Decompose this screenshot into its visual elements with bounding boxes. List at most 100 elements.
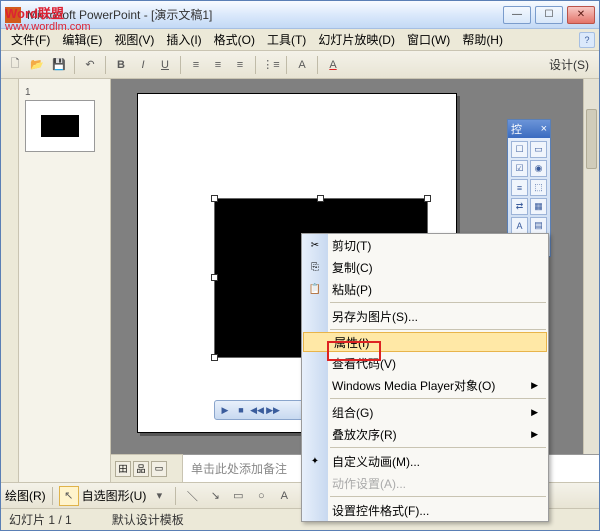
slide-number: 1 xyxy=(25,87,104,98)
resize-handle-bl[interactable] xyxy=(211,354,218,361)
oval-icon[interactable]: ○ xyxy=(251,486,271,506)
ctrl-btn-6[interactable]: ⇄ xyxy=(511,198,528,215)
normal-view-icon[interactable]: 田 xyxy=(115,461,131,477)
sorter-view-icon[interactable]: 品 xyxy=(133,461,149,477)
ctx-copy[interactable]: ⎘复制(C) xyxy=(302,256,548,278)
view-buttons: 田 品 ▭ xyxy=(111,454,183,482)
underline-icon[interactable]: U xyxy=(155,55,175,75)
font-size-inc-icon[interactable]: A xyxy=(292,55,312,75)
restore-button[interactable]: ☐ xyxy=(535,6,563,24)
next-icon[interactable]: ▶▶ xyxy=(267,404,279,416)
ctx-paste[interactable]: 📋粘贴(P) xyxy=(302,278,548,300)
minimize-button[interactable]: — xyxy=(503,6,531,24)
paste-icon: 📋 xyxy=(307,281,323,297)
resize-handle-tm[interactable] xyxy=(317,195,324,202)
toolbox-title-text: 控 xyxy=(511,121,522,137)
ctx-custom-animation[interactable]: ✦自定义动画(M)... xyxy=(302,450,548,472)
ctx-separator xyxy=(330,302,546,303)
animation-icon: ✦ xyxy=(307,453,323,469)
ctrl-btn-8[interactable]: A xyxy=(511,217,528,234)
menu-edit[interactable]: 编辑(E) xyxy=(56,29,108,50)
ctrl-btn-9[interactable]: ▤ xyxy=(530,217,547,234)
ctx-separator xyxy=(330,447,546,448)
rectangle-icon[interactable]: ▭ xyxy=(228,486,248,506)
open-icon[interactable]: 📂 xyxy=(27,55,47,75)
ctrl-btn-1[interactable]: ▭ xyxy=(530,141,547,158)
ctx-separator xyxy=(330,329,546,330)
outline-tab-strip[interactable] xyxy=(1,79,19,482)
align-right-icon[interactable]: ≡ xyxy=(230,55,250,75)
ctx-order[interactable]: 叠放次序(R)▶ xyxy=(302,423,548,445)
menu-file[interactable]: 文件(F) xyxy=(5,29,56,50)
font-color-icon[interactable]: A xyxy=(323,55,343,75)
slideshow-view-icon[interactable]: ▭ xyxy=(151,461,167,477)
vertical-scrollbar[interactable] xyxy=(583,79,599,454)
separator xyxy=(105,56,106,74)
ctx-view-code[interactable]: 查看代码(V) xyxy=(302,352,548,374)
toolbox-close-icon[interactable]: × xyxy=(541,123,547,135)
close-button[interactable]: ✕ xyxy=(567,6,595,24)
separator xyxy=(52,487,53,505)
ctrl-btn-4[interactable]: ≡ xyxy=(511,179,528,196)
copy-icon: ⎘ xyxy=(307,259,323,275)
ctrl-btn-2[interactable]: ☑ xyxy=(511,160,528,177)
italic-icon[interactable]: I xyxy=(133,55,153,75)
bold-icon[interactable]: B xyxy=(111,55,131,75)
stop-icon[interactable]: ■ xyxy=(235,404,247,416)
align-center-icon[interactable]: ≡ xyxy=(208,55,228,75)
line-icon[interactable]: ＼ xyxy=(182,486,202,506)
help-icon[interactable]: ? xyxy=(579,32,595,48)
ctrl-btn-0[interactable]: ☐ xyxy=(511,141,528,158)
pointer-icon[interactable]: ↖ xyxy=(59,486,79,506)
resize-handle-tl[interactable] xyxy=(211,195,218,202)
cut-icon: ✂ xyxy=(307,237,323,253)
ctx-action-settings: 动作设置(A)... xyxy=(302,472,548,494)
ctx-separator xyxy=(330,398,546,399)
ctrl-btn-3[interactable]: ◉ xyxy=(530,160,547,177)
bullets-icon[interactable]: ⋮≡ xyxy=(261,55,281,75)
autoshapes-menu[interactable]: 自选图形(U) xyxy=(82,487,147,504)
resize-handle-ml[interactable] xyxy=(211,274,218,281)
new-icon[interactable]: 🗋 xyxy=(5,55,25,75)
separator xyxy=(286,56,287,74)
ctx-properties[interactable]: 属性(I) xyxy=(303,332,547,352)
save-icon[interactable]: 💾 xyxy=(49,55,69,75)
ctx-format-control[interactable]: 设置控件格式(F)... xyxy=(302,499,548,521)
undo-icon[interactable]: ↶ xyxy=(80,55,100,75)
submenu-arrow-icon: ▶ xyxy=(531,429,538,440)
play-icon[interactable]: ▶ xyxy=(219,404,231,416)
chevron-down-icon[interactable]: ▾ xyxy=(149,486,169,506)
thumbnail-pane: 1 xyxy=(19,79,111,482)
arrow-icon[interactable]: ↘ xyxy=(205,486,225,506)
menu-insert[interactable]: 插入(I) xyxy=(160,29,207,50)
menu-window[interactable]: 窗口(W) xyxy=(401,29,456,50)
menu-bar: 文件(F) 编辑(E) 视图(V) 插入(I) 格式(O) 工具(T) 幻灯片放… xyxy=(1,29,599,51)
control-toolbox-title[interactable]: 控 × xyxy=(508,120,550,138)
resize-handle-tr[interactable] xyxy=(424,195,431,202)
textbox-icon[interactable]: A xyxy=(274,486,294,506)
ctrl-btn-7[interactable]: ▦ xyxy=(530,198,547,215)
prev-icon[interactable]: ◀◀ xyxy=(251,404,263,416)
menu-slideshow[interactable]: 幻灯片放映(D) xyxy=(312,29,401,50)
menu-help[interactable]: 帮助(H) xyxy=(456,29,509,50)
align-left-icon[interactable]: ≡ xyxy=(186,55,206,75)
separator xyxy=(317,56,318,74)
draw-menu[interactable]: 绘图(R) xyxy=(5,487,46,504)
standard-toolbar: 🗋 📂 💾 ↶ B I U ≡ ≡ ≡ ⋮≡ A A 设计(S) xyxy=(1,51,599,79)
menu-view[interactable]: 视图(V) xyxy=(108,29,160,50)
submenu-arrow-icon: ▶ xyxy=(531,407,538,418)
design-button[interactable]: 设计(S) xyxy=(543,54,595,75)
slide-indicator: 幻灯片 1 / 1 xyxy=(9,511,72,528)
ctx-save-as-picture[interactable]: 另存为图片(S)... xyxy=(302,305,548,327)
app-window: Word联盟 www.wordlm.com Microsoft PowerPoi… xyxy=(0,0,600,531)
menu-tools[interactable]: 工具(T) xyxy=(261,29,312,50)
scrollbar-thumb[interactable] xyxy=(586,109,597,169)
ctrl-btn-5[interactable]: ⬚ xyxy=(530,179,547,196)
ctx-wmp-object[interactable]: Windows Media Player对象(O)▶ xyxy=(302,374,548,396)
ctx-cut[interactable]: ✂剪切(T) xyxy=(302,234,548,256)
ctx-group[interactable]: 组合(G)▶ xyxy=(302,401,548,423)
slide-thumbnail-1[interactable] xyxy=(25,100,95,152)
template-name: 默认设计模板 xyxy=(112,511,184,528)
separator xyxy=(180,56,181,74)
menu-format[interactable]: 格式(O) xyxy=(208,29,261,50)
